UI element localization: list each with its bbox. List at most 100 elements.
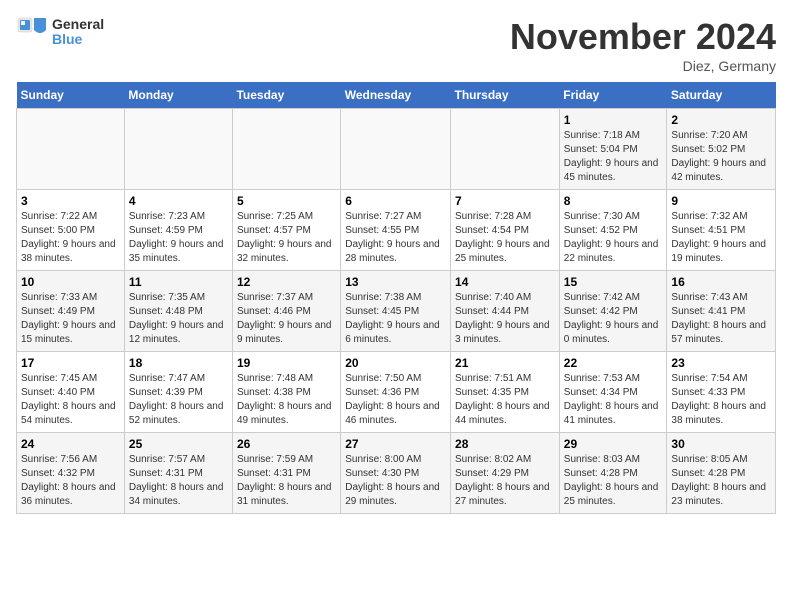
day-info: Sunrise: 7:50 AMSunset: 4:36 PMDaylight:…: [345, 372, 446, 428]
calendar-cell: 13 Sunrise: 7:38 AMSunset: 4:45 PMDayligh…: [341, 271, 451, 352]
day-info: Sunrise: 7:40 AMSunset: 4:44 PMDaylight:…: [455, 291, 555, 347]
calendar-cell: 17Sunrise: 7:45 AMSunset: 4:40 PMDayligh…: [17, 352, 125, 433]
day-number: 26: [237, 437, 336, 451]
day-info: Sunrise: 7:43 AMSunset: 4:41 PMDaylight:…: [671, 291, 771, 347]
day-number: 15: [564, 275, 663, 289]
day-number: 1: [564, 113, 663, 127]
day-info: Sunrise: 7:27 AMSunset: 4:55 PMDaylight:…: [345, 210, 446, 266]
calendar-subtitle: Diez, Germany: [510, 58, 776, 74]
day-info: Sunrise: 7:38 AMSunset: 4:45 PMDaylight:…: [345, 291, 446, 347]
calendar-cell: 12 Sunrise: 7:37 AMSunset: 4:46 PMDayligh…: [232, 271, 340, 352]
calendar-cell: 6 Sunrise: 7:27 AMSunset: 4:55 PMDaylight…: [341, 190, 451, 271]
calendar-cell: 14 Sunrise: 7:40 AMSunset: 4:44 PMDayligh…: [451, 271, 560, 352]
logo-svg: [16, 16, 48, 48]
calendar-cell: 10 Sunrise: 7:33 AMSunset: 4:49 PMDayligh…: [17, 271, 125, 352]
day-info: Sunrise: 7:32 AMSunset: 4:51 PMDaylight:…: [671, 210, 771, 266]
day-number: 20: [345, 356, 446, 370]
col-tuesday: Tuesday: [232, 82, 340, 109]
title-area: November 2024 Diez, Germany: [510, 16, 776, 74]
day-number: 4: [129, 194, 228, 208]
calendar-week-3: 17Sunrise: 7:45 AMSunset: 4:40 PMDayligh…: [17, 352, 776, 433]
calendar-cell: 28 Sunrise: 8:02 AMSunset: 4:29 PMDayligh…: [451, 433, 560, 514]
calendar-cell: [451, 109, 560, 190]
day-info: Sunrise: 7:30 AMSunset: 4:52 PMDaylight:…: [564, 210, 663, 266]
day-info: Sunrise: 7:23 AMSunset: 4:59 PMDaylight:…: [129, 210, 228, 266]
day-number: 22: [564, 356, 663, 370]
calendar-cell: 16Sunrise: 7:43 AMSunset: 4:41 PMDayligh…: [667, 271, 776, 352]
calendar-body: 1 Sunrise: 7:18 AMSunset: 5:04 PMDaylight…: [17, 109, 776, 514]
calendar-cell: 24Sunrise: 7:56 AMSunset: 4:32 PMDayligh…: [17, 433, 125, 514]
col-friday: Friday: [559, 82, 667, 109]
col-saturday: Saturday: [667, 82, 776, 109]
calendar-cell: [232, 109, 340, 190]
day-info: Sunrise: 7:37 AMSunset: 4:46 PMDaylight:…: [237, 291, 336, 347]
calendar-cell: 7Sunrise: 7:28 AMSunset: 4:54 PMDaylight…: [451, 190, 560, 271]
calendar-cell: 2 Sunrise: 7:20 AMSunset: 5:02 PMDaylight…: [667, 109, 776, 190]
day-number: 18: [129, 356, 228, 370]
day-number: 28: [455, 437, 555, 451]
calendar-title: November 2024: [510, 16, 776, 58]
day-info: Sunrise: 7:20 AMSunset: 5:02 PMDaylight:…: [671, 129, 771, 185]
header: General Blue November 2024 Diez, Germany: [16, 16, 776, 74]
calendar-week-0: 1 Sunrise: 7:18 AMSunset: 5:04 PMDaylight…: [17, 109, 776, 190]
calendar-cell: 1 Sunrise: 7:18 AMSunset: 5:04 PMDaylight…: [559, 109, 667, 190]
day-info: Sunrise: 7:35 AMSunset: 4:48 PMDaylight:…: [129, 291, 228, 347]
logo-general: General: [52, 17, 104, 32]
calendar-cell: [341, 109, 451, 190]
day-number: 14: [455, 275, 555, 289]
day-info: Sunrise: 7:54 AMSunset: 4:33 PMDaylight:…: [671, 372, 771, 428]
day-number: 25: [129, 437, 228, 451]
calendar-cell: 29 Sunrise: 8:03 AMSunset: 4:28 PMDayligh…: [559, 433, 667, 514]
day-number: 29: [564, 437, 663, 451]
calendar-cell: 19Sunrise: 7:48 AMSunset: 4:38 PMDayligh…: [232, 352, 340, 433]
day-info: Sunrise: 8:02 AMSunset: 4:29 PMDaylight:…: [455, 453, 555, 509]
day-info: Sunrise: 7:42 AMSunset: 4:42 PMDaylight:…: [564, 291, 663, 347]
day-number: 23: [671, 356, 771, 370]
logo-blue: Blue: [52, 32, 104, 47]
calendar-cell: 15 Sunrise: 7:42 AMSunset: 4:42 PMDayligh…: [559, 271, 667, 352]
day-number: 27: [345, 437, 446, 451]
day-number: 2: [671, 113, 771, 127]
day-number: 17: [21, 356, 120, 370]
day-number: 30: [671, 437, 771, 451]
day-info: Sunrise: 7:18 AMSunset: 5:04 PMDaylight:…: [564, 129, 663, 185]
day-info: Sunrise: 7:33 AMSunset: 4:49 PMDaylight:…: [21, 291, 120, 347]
day-number: 21: [455, 356, 555, 370]
day-info: Sunrise: 7:53 AMSunset: 4:34 PMDaylight:…: [564, 372, 663, 428]
day-info: Sunrise: 8:05 AMSunset: 4:28 PMDaylight:…: [671, 453, 771, 509]
calendar-cell: 18Sunrise: 7:47 AMSunset: 4:39 PMDayligh…: [124, 352, 232, 433]
calendar-cell: 9Sunrise: 7:32 AMSunset: 4:51 PMDaylight…: [667, 190, 776, 271]
calendar-week-1: 3Sunrise: 7:22 AMSunset: 5:00 PMDaylight…: [17, 190, 776, 271]
day-number: 8: [564, 194, 663, 208]
day-number: 10: [21, 275, 120, 289]
col-monday: Monday: [124, 82, 232, 109]
calendar-cell: 26 Sunrise: 7:59 AMSunset: 4:31 PMDayligh…: [232, 433, 340, 514]
calendar-cell: [17, 109, 125, 190]
calendar-cell: 22 Sunrise: 7:53 AMSunset: 4:34 PMDayligh…: [559, 352, 667, 433]
day-info: Sunrise: 7:59 AMSunset: 4:31 PMDaylight:…: [237, 453, 336, 509]
col-wednesday: Wednesday: [341, 82, 451, 109]
day-number: 12: [237, 275, 336, 289]
calendar-cell: 25 Sunrise: 7:57 AMSunset: 4:31 PMDayligh…: [124, 433, 232, 514]
calendar-cell: 21Sunrise: 7:51 AMSunset: 4:35 PMDayligh…: [451, 352, 560, 433]
day-info: Sunrise: 7:22 AMSunset: 5:00 PMDaylight:…: [21, 210, 120, 266]
day-info: Sunrise: 7:57 AMSunset: 4:31 PMDaylight:…: [129, 453, 228, 509]
calendar-cell: 4 Sunrise: 7:23 AMSunset: 4:59 PMDaylight…: [124, 190, 232, 271]
day-number: 7: [455, 194, 555, 208]
day-number: 6: [345, 194, 446, 208]
col-thursday: Thursday: [451, 82, 560, 109]
calendar-cell: 27Sunrise: 8:00 AMSunset: 4:30 PMDayligh…: [341, 433, 451, 514]
calendar-week-2: 10 Sunrise: 7:33 AMSunset: 4:49 PMDayligh…: [17, 271, 776, 352]
logo: General Blue: [16, 16, 104, 48]
day-info: Sunrise: 8:03 AMSunset: 4:28 PMDaylight:…: [564, 453, 663, 509]
calendar-cell: 23 Sunrise: 7:54 AMSunset: 4:33 PMDayligh…: [667, 352, 776, 433]
calendar-cell: 3Sunrise: 7:22 AMSunset: 5:00 PMDaylight…: [17, 190, 125, 271]
calendar-cell: [124, 109, 232, 190]
day-info: Sunrise: 7:48 AMSunset: 4:38 PMDaylight:…: [237, 372, 336, 428]
calendar-cell: 30 Sunrise: 8:05 AMSunset: 4:28 PMDayligh…: [667, 433, 776, 514]
day-number: 11: [129, 275, 228, 289]
calendar-cell: 11 Sunrise: 7:35 AMSunset: 4:48 PMDayligh…: [124, 271, 232, 352]
calendar-header-row: Sunday Monday Tuesday Wednesday Thursday…: [17, 82, 776, 109]
calendar-cell: 20 Sunrise: 7:50 AMSunset: 4:36 PMDayligh…: [341, 352, 451, 433]
day-number: 13: [345, 275, 446, 289]
